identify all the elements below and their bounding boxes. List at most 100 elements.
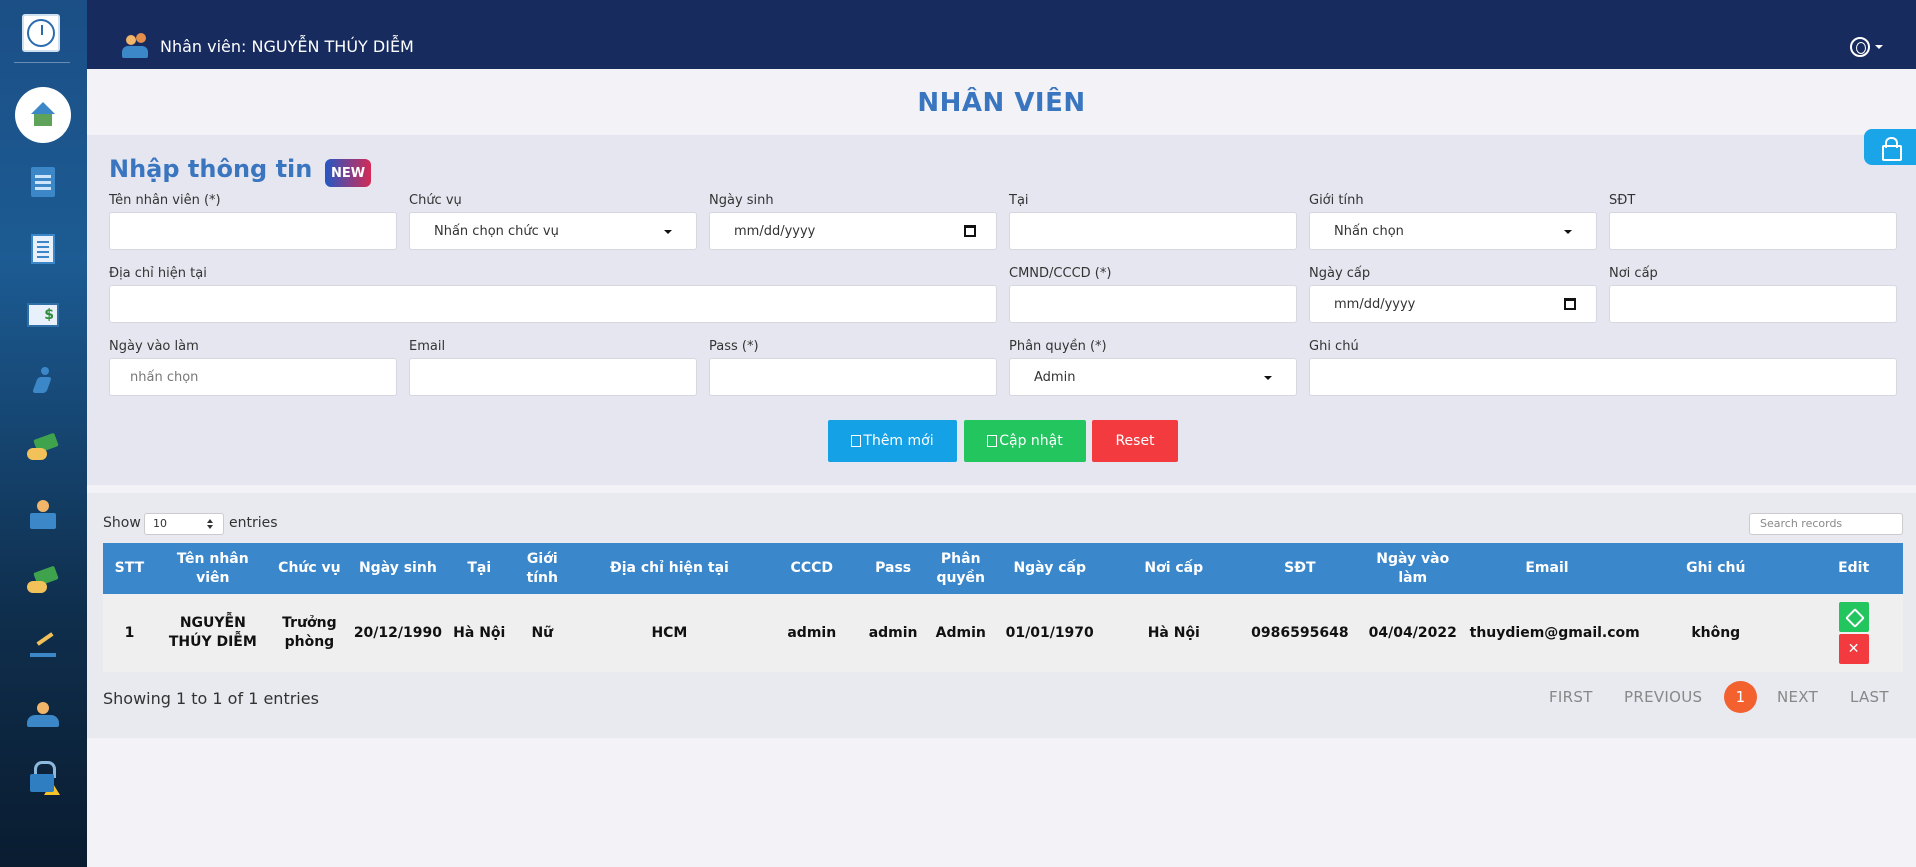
sidebar-item-reader[interactable]: [20, 492, 66, 538]
birthdate-input[interactable]: mm/dd/yyyy: [709, 212, 997, 250]
sidebar-item-lock[interactable]: [20, 754, 66, 800]
column-header[interactable]: Tên nhân viên: [155, 543, 270, 594]
delete-button[interactable]: ✕: [1838, 634, 1869, 664]
column-header[interactable]: Ngày vào làm: [1358, 543, 1467, 594]
column-header[interactable]: Email: [1466, 543, 1628, 594]
column-header[interactable]: Ngày cấp: [992, 543, 1107, 594]
calendar-icon[interactable]: [964, 225, 976, 237]
sidebar-item-document[interactable]: [20, 226, 66, 272]
column-header[interactable]: STT: [103, 543, 156, 594]
table-cell: Hà Nội: [1106, 594, 1241, 672]
document-icon: [31, 234, 55, 264]
sidebar-item-ledger[interactable]: $: [20, 292, 66, 338]
role-select-value: Admin: [1034, 369, 1076, 385]
sidebar-item-money[interactable]: [20, 426, 66, 472]
column-header[interactable]: Nơi cấp: [1106, 543, 1241, 594]
table-cell: 20/12/1990: [349, 594, 447, 672]
password-input[interactable]: [709, 358, 997, 396]
language-globe-icon[interactable]: [1850, 37, 1870, 57]
user-info: Nhân viên: NGUYỄN THÚY DIỄM: [122, 33, 414, 59]
birthdate-placeholder: mm/dd/yyyy: [734, 223, 816, 239]
pagination-first[interactable]: FIRST: [1549, 688, 1593, 706]
start-date-input[interactable]: nhấn chọn: [109, 358, 397, 396]
lock-warning-icon: [28, 761, 60, 795]
column-header[interactable]: Phân quyền: [928, 543, 993, 594]
column-header[interactable]: Giới tính: [511, 543, 573, 594]
column-header[interactable]: Tại: [446, 543, 512, 594]
edit-button[interactable]: [1838, 602, 1869, 632]
birthplace-input[interactable]: [1009, 212, 1297, 250]
column-header[interactable]: Ngày sinh: [349, 543, 447, 594]
table-row: 1 NGUYỄN THÚY DIỄM Trưởng phòng 20/12/1990 H…: [103, 594, 1903, 672]
issue-date-input[interactable]: mm/dd/yyyy: [1309, 285, 1597, 323]
pagination-next[interactable]: NEXT: [1777, 688, 1818, 706]
people-icon: [25, 702, 61, 728]
table-cell: admin: [766, 594, 858, 672]
address-label: Địa chỉ hiện tại: [109, 266, 207, 281]
employee-table: STT Tên nhân viên Chức vụ Ngày sinh Tại Giới …: [103, 543, 1903, 672]
table-cell: 01/01/1970: [992, 594, 1107, 672]
search-input[interactable]: Search records: [1749, 513, 1903, 535]
page-size-select[interactable]: 10: [144, 513, 224, 535]
column-header[interactable]: SĐT: [1240, 543, 1359, 594]
table-cell: Hà Nội: [446, 594, 512, 672]
issue-place-label: Nơi cấp: [1609, 266, 1658, 281]
email-input[interactable]: [409, 358, 697, 396]
column-header[interactable]: CCCD: [766, 543, 858, 594]
table-info: Showing 1 to 1 of 1 entries: [103, 689, 319, 708]
pagination-previous[interactable]: PREVIOUS: [1624, 688, 1702, 706]
role-label: Phân quyền (*): [1009, 339, 1107, 354]
position-label: Chức vụ: [409, 193, 462, 208]
form-title: Nhập thông tin: [109, 155, 313, 183]
issue-date-label: Ngày cấp: [1309, 266, 1371, 281]
sign-icon: [28, 633, 58, 663]
add-button[interactable]: Thêm mới: [828, 420, 957, 462]
position-select[interactable]: Nhấn chọn chức vụ: [409, 212, 697, 250]
caret-down-icon: [664, 230, 672, 234]
issue-place-input[interactable]: [1609, 285, 1897, 323]
sidebar-item-sign[interactable]: [20, 625, 66, 671]
unlock-button[interactable]: [1864, 129, 1916, 165]
update-button[interactable]: Cập nhật: [964, 420, 1086, 462]
new-badge: NEW: [325, 159, 371, 187]
table-cell: Admin: [928, 594, 993, 672]
column-header[interactable]: Edit: [1804, 543, 1903, 594]
table-cell: HCM: [572, 594, 767, 672]
money-hand-icon: [27, 569, 59, 595]
column-header[interactable]: Chức vụ: [269, 543, 350, 594]
gender-select-value: Nhấn chọn: [1334, 223, 1404, 239]
home-icon: [28, 102, 58, 128]
address-input[interactable]: [109, 285, 997, 323]
sidebar-divider: [14, 62, 70, 63]
column-header[interactable]: Địa chỉ hiện tại: [572, 543, 767, 594]
reset-button[interactable]: Reset: [1092, 420, 1178, 462]
page-title: NHÂN VIÊN: [917, 88, 1086, 118]
pagination-last[interactable]: LAST: [1850, 688, 1889, 706]
clock-logo-icon[interactable]: [22, 14, 60, 52]
sidebar-item-home[interactable]: [15, 87, 71, 143]
column-header[interactable]: Pass: [857, 543, 929, 594]
unlock-icon: [1882, 137, 1902, 161]
phone-input[interactable]: [1609, 212, 1897, 250]
employee-name-input[interactable]: [109, 212, 397, 250]
column-header[interactable]: Ghi chú: [1627, 543, 1805, 594]
sidebar-item-people[interactable]: [20, 692, 66, 738]
table-cell: admin: [857, 594, 929, 672]
note-label: Ghi chú: [1309, 339, 1359, 354]
calendar-icon[interactable]: [1564, 298, 1576, 310]
pagination-current-page[interactable]: 1: [1724, 681, 1757, 713]
document-add-icon: [851, 435, 862, 447]
sidebar-item-building[interactable]: [20, 159, 66, 205]
chevron-down-icon[interactable]: [1875, 45, 1883, 49]
table-cell: 0986595648: [1240, 594, 1359, 672]
sidebar-item-runner[interactable]: [20, 359, 66, 405]
note-input[interactable]: [1309, 358, 1897, 396]
edit-cell: ✕: [1804, 594, 1903, 672]
table-cell: thuydiem@gmail.com: [1466, 594, 1640, 672]
role-select[interactable]: Admin: [1009, 358, 1297, 396]
position-select-value: Nhấn chọn chức vụ: [434, 223, 559, 239]
id-number-input[interactable]: [1009, 285, 1297, 323]
sidebar-item-money-hand[interactable]: [20, 559, 66, 605]
gender-select[interactable]: Nhấn chọn: [1309, 212, 1597, 250]
update-button-label: Cập nhật: [999, 433, 1063, 449]
